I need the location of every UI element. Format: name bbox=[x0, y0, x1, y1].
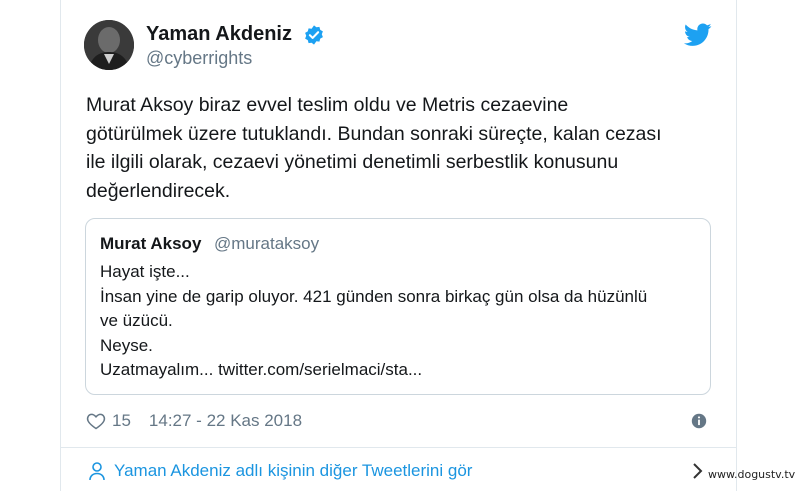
quoted-author-name: Murat Aksoy bbox=[100, 234, 202, 253]
tweet-text-line: ile ilgili olarak, cezaevi yönetimi dene… bbox=[86, 151, 619, 173]
avatar[interactable] bbox=[84, 20, 134, 70]
chevron-right-icon[interactable] bbox=[692, 462, 704, 480]
more-tweets-label[interactable]: Yaman Akdeniz adlı kişinin diğer Tweetle… bbox=[114, 461, 472, 481]
twitter-bird-icon[interactable] bbox=[684, 23, 712, 47]
like-count[interactable]: 15 bbox=[112, 411, 131, 431]
quoted-text-line: ve üzücü. bbox=[100, 311, 173, 330]
info-icon[interactable] bbox=[690, 412, 708, 430]
tweet-text-line: götürülmek üzere tutuklandı. Bundan sonr… bbox=[86, 122, 662, 145]
watermark: www.dogustv.tv bbox=[708, 468, 796, 481]
quoted-tweet-text: Hayat işte... İnsan yine de garip oluyor… bbox=[100, 260, 700, 383]
timestamp[interactable]: 14:27 - 22 Kas 2018 bbox=[149, 411, 302, 431]
heart-icon[interactable] bbox=[86, 411, 106, 431]
quoted-author-handle: @murataksoy bbox=[214, 234, 320, 253]
author-handle[interactable]: @cyberrights bbox=[146, 48, 252, 69]
tweet-meta: 15 14:27 - 22 Kas 2018 bbox=[86, 409, 302, 433]
person-icon bbox=[89, 462, 105, 481]
author-name[interactable]: Yaman Akdeniz bbox=[146, 23, 292, 46]
quoted-text-line: İnsan yine de garip oluyor. 421 günden s… bbox=[100, 286, 648, 306]
quoted-text-line: Neyse. bbox=[100, 335, 153, 355]
verified-badge-icon bbox=[305, 25, 323, 45]
quoted-tweet[interactable]: Murat Aksoy @murataksoy Hayat işte... İn… bbox=[85, 218, 711, 395]
tweet-text-line: Murat Aksoy biraz evvel teslim oldu ve M… bbox=[86, 94, 569, 116]
divider bbox=[60, 447, 737, 448]
more-tweets-link[interactable]: Yaman Akdeniz adlı kişinin diğer Tweetle… bbox=[88, 461, 472, 481]
quoted-text-line: Uzatmayalım... twitter.com/serielmaci/st… bbox=[100, 360, 423, 379]
quoted-text-line: Hayat işte... bbox=[100, 262, 190, 281]
tweet-text-line: değerlendirecek. bbox=[86, 179, 231, 202]
avatar-image bbox=[84, 20, 134, 70]
tweet-text: Murat Aksoy biraz evvel teslim oldu ve M… bbox=[86, 91, 686, 205]
